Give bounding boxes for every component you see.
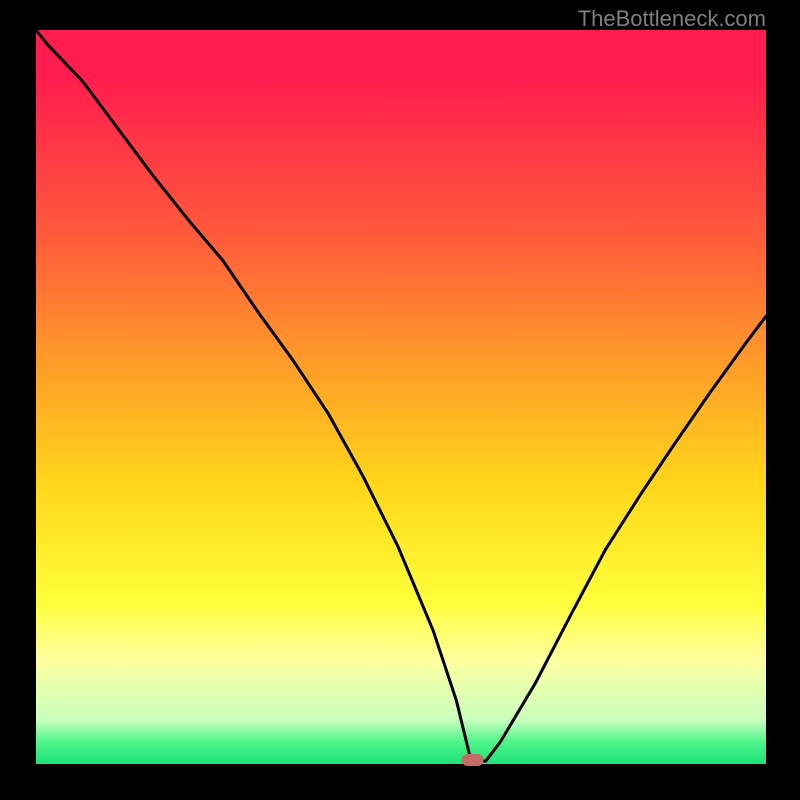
chart-curve: [0, 0, 800, 800]
figure-frame: TheBottleneck.com: [0, 0, 800, 800]
bottleneck-curve: [36, 30, 766, 761]
watermark-text: TheBottleneck.com: [578, 6, 766, 32]
min-marker: [462, 754, 484, 766]
